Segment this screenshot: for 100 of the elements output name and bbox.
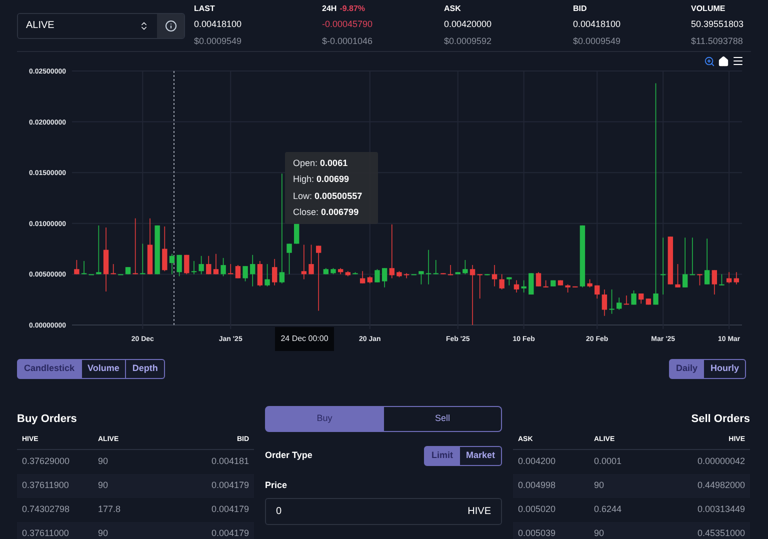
stat-label: LAST xyxy=(194,3,215,15)
candle xyxy=(587,278,592,288)
candle xyxy=(308,244,314,275)
candle xyxy=(550,280,556,287)
tooltip-line: Low: 0.00500557 xyxy=(293,190,364,202)
candle xyxy=(712,270,717,295)
candle xyxy=(338,268,344,275)
candle xyxy=(528,272,534,295)
candle xyxy=(506,276,512,286)
candle xyxy=(301,244,307,280)
segment-tab[interactable]: Hourly xyxy=(704,359,746,379)
candle xyxy=(734,272,739,285)
home-button[interactable] xyxy=(718,56,729,66)
zoom-icon xyxy=(704,56,715,66)
stat-change: -9.87% xyxy=(340,3,366,15)
candle xyxy=(418,270,424,285)
table-cell-text: 0.74302798 xyxy=(22,503,71,516)
menu-button[interactable] xyxy=(732,55,744,67)
stat-usd: $0.0009549 xyxy=(194,34,243,48)
candle xyxy=(616,297,622,310)
candle xyxy=(198,256,204,275)
table-cell-text: 0.004181 xyxy=(211,455,249,468)
candle xyxy=(448,264,454,276)
candle xyxy=(594,284,600,299)
candle xyxy=(162,226,168,272)
price-unit: HIVE xyxy=(468,504,491,518)
candle xyxy=(675,264,680,288)
table-cell-text: 0.37611900 xyxy=(22,479,70,492)
table-cell-text: 0.004998 xyxy=(518,479,557,492)
candle xyxy=(455,272,460,275)
table-cell-text: 90 xyxy=(594,527,606,539)
candle xyxy=(426,249,432,285)
candle xyxy=(250,254,256,287)
candle xyxy=(697,274,702,286)
candle xyxy=(235,264,241,279)
candle xyxy=(228,264,234,275)
table-cell-text: 90 xyxy=(98,479,110,492)
tooltip-line: Close: 0.006799 xyxy=(293,206,360,219)
section-title: Sell Orders xyxy=(691,412,750,427)
candle xyxy=(96,225,102,275)
candle xyxy=(74,260,80,275)
stat-usd: $-0.0001046 xyxy=(322,34,374,48)
candle xyxy=(558,280,564,286)
field-label: Order Type xyxy=(265,449,312,462)
candle xyxy=(206,256,212,275)
candle xyxy=(81,260,87,275)
candle xyxy=(521,280,526,293)
candle xyxy=(396,270,402,278)
candle xyxy=(543,280,548,288)
candle xyxy=(169,253,175,275)
stat-usd: $0.0009549 xyxy=(573,34,622,48)
table-cell-text: 0.6244 xyxy=(594,503,623,516)
candle xyxy=(536,272,542,287)
candle xyxy=(646,298,652,306)
segment-tab[interactable]: Volume xyxy=(82,359,126,379)
table-cell-text: 90 xyxy=(98,455,110,468)
stat-value: 0.00418100 xyxy=(194,18,243,31)
table-cell-text: 0.004200 xyxy=(518,455,557,468)
candle xyxy=(602,289,608,316)
candle xyxy=(704,238,710,285)
candle xyxy=(389,224,394,279)
zoom-button[interactable] xyxy=(704,56,715,66)
candle xyxy=(220,258,226,277)
table-cell: 0.004179 xyxy=(211,527,249,539)
candle xyxy=(323,268,329,275)
table-cell-text: 90 xyxy=(594,479,606,492)
candle xyxy=(565,284,570,293)
candle xyxy=(147,218,153,275)
price-value: 0 xyxy=(276,504,282,518)
table-cell-text: 0.00000042 xyxy=(697,455,745,468)
table-cell-text: 0.37611000 xyxy=(22,527,70,539)
candle xyxy=(514,280,520,293)
segment-tab[interactable]: Depth xyxy=(126,359,165,379)
candle xyxy=(272,258,278,286)
home-icon xyxy=(718,56,729,66)
price-field[interactable]: 0 HIVE xyxy=(265,498,502,524)
candle xyxy=(294,223,300,244)
segment-tab[interactable]: Market xyxy=(460,446,502,466)
candle xyxy=(191,260,197,275)
candle xyxy=(660,237,666,295)
candle xyxy=(433,260,438,275)
stat-label: 24H xyxy=(322,3,337,15)
candle xyxy=(624,295,630,306)
candle xyxy=(360,270,366,284)
candle xyxy=(404,272,410,279)
candle xyxy=(213,253,219,275)
table-cell: 0.45351000 xyxy=(697,527,745,539)
table-cell-text: 0.44982000 xyxy=(697,479,745,492)
stat-usd: $11.5093788 xyxy=(691,34,744,48)
candle xyxy=(154,225,160,275)
crosshair-label: 24 Dec 00:00 xyxy=(275,327,334,351)
candle xyxy=(330,268,336,275)
section-title: Buy Orders xyxy=(17,412,77,427)
candle xyxy=(484,274,490,276)
candle xyxy=(492,264,498,287)
candle xyxy=(682,237,688,288)
side-tab[interactable]: Sell xyxy=(384,406,502,432)
candle xyxy=(140,243,146,275)
candle xyxy=(477,274,482,299)
table-cell-text: 0.004179 xyxy=(211,503,249,516)
